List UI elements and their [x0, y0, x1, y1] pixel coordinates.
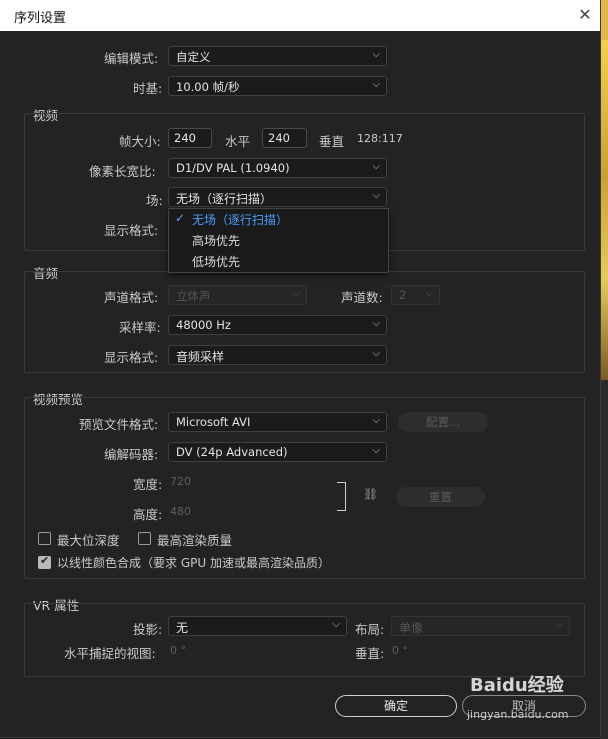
- horizontal-view-value: 0 °: [170, 644, 186, 657]
- chevron-down-icon: ⌵: [372, 415, 380, 426]
- vertical-view-value: 0 °: [392, 644, 408, 657]
- channel-format-value: 立体声: [176, 289, 211, 303]
- preview-file-format-value: Microsoft AVI: [176, 415, 251, 429]
- chevron-down-icon: ⌵: [372, 318, 380, 329]
- projection-label: 投影:: [133, 622, 163, 637]
- field-option-progressive[interactable]: ✓ 无场（逐行扫描）: [169, 209, 388, 230]
- frame-size-label: 帧大小:: [119, 134, 161, 149]
- preview-file-format-label: 预览文件格式:: [79, 417, 159, 432]
- vertical-view-label: 垂直:: [355, 646, 385, 661]
- projection-value: 无: [176, 621, 189, 635]
- width-value: 720: [170, 475, 191, 488]
- linear-color-checkbox[interactable]: ✔: [38, 554, 51, 569]
- height-value: 480: [170, 505, 191, 518]
- codec-value: DV (24p Advanced): [176, 445, 288, 459]
- sample-rate-value: 48000 Hz: [176, 318, 231, 332]
- channel-count-label: 声道数:: [341, 290, 383, 305]
- chevron-down-icon: ⌵: [332, 619, 340, 630]
- layout-value: 单像: [399, 621, 424, 635]
- video-display-format-label: 显示格式:: [104, 223, 159, 238]
- sequence-settings-dialog: 序列设置 ✕ 编辑模式: 自定义 ⌵ 时基: 10.00 帧/秒 ⌵ 视频 帧大小:…: [0, 0, 601, 738]
- close-icon[interactable]: ✕: [574, 4, 596, 26]
- sample-rate-label: 采样率:: [119, 320, 161, 335]
- field-option-lower-first[interactable]: 低场优先: [169, 251, 388, 272]
- vr-section: [24, 603, 585, 677]
- preview-file-format-select[interactable]: Microsoft AVI ⌵: [168, 412, 387, 432]
- horizontal-view-label: 水平捕捉的视图:: [64, 646, 156, 661]
- chevron-down-icon: ⌵: [372, 79, 380, 90]
- chevron-down-icon: ⌵: [372, 161, 380, 172]
- field-label: 场:: [146, 193, 163, 208]
- configure-button[interactable]: 配置...: [398, 412, 488, 432]
- link-icon[interactable]: ⛓: [363, 487, 378, 501]
- audio-display-format-label: 显示格式:: [104, 350, 159, 365]
- audio-display-format-select[interactable]: 音频采样 ⌵: [168, 345, 387, 365]
- pixel-aspect-value: D1/DV PAL (1.0940): [176, 161, 290, 175]
- max-render-quality-label: 最高渲染质量: [157, 533, 233, 548]
- audio-display-format-value: 音频采样: [176, 350, 225, 364]
- horizontal-label: 水平: [225, 134, 251, 149]
- linear-color-label: 以线性颜色合成（要求 GPU 加速或最高渲染品质）: [57, 556, 330, 570]
- aspect-ratio-value: 128:117: [357, 132, 403, 145]
- edit-mode-select[interactable]: 自定义 ⌵: [168, 46, 387, 66]
- title-bar: 序列设置 ✕: [0, 0, 600, 31]
- field-option-upper-first[interactable]: 高场优先: [169, 230, 388, 251]
- edit-mode-label: 编辑模式:: [104, 51, 159, 66]
- dimension-bracket: [337, 482, 346, 511]
- channel-format-label: 声道格式:: [104, 290, 159, 305]
- field-option-label: 高场优先: [192, 234, 241, 248]
- codec-select[interactable]: DV (24p Advanced) ⌵: [168, 442, 387, 462]
- baidu-watermark-url: jingyan.baidu.com: [467, 708, 569, 721]
- checkmark-icon: ✓: [175, 211, 186, 225]
- chevron-down-icon: ⌵: [372, 49, 380, 60]
- height-label: 高度:: [133, 507, 163, 522]
- check-icon: ✔: [40, 554, 50, 567]
- vertical-label: 垂直: [319, 134, 345, 149]
- max-bit-depth-checkbox[interactable]: [38, 532, 51, 545]
- chevron-down-icon: ⌵: [292, 288, 300, 299]
- background-window-strip: [600, 0, 608, 739]
- sample-rate-select[interactable]: 48000 Hz ⌵: [168, 315, 387, 335]
- layout-select[interactable]: 单像 ⌵: [391, 616, 570, 636]
- chevron-down-icon: ⌵: [372, 190, 380, 201]
- width-label: 宽度:: [133, 477, 163, 492]
- pixel-aspect-select[interactable]: D1/DV PAL (1.0940) ⌵: [168, 158, 387, 178]
- field-option-label: 无场（逐行扫描）: [192, 213, 289, 227]
- channel-count-select[interactable]: 2 ⌵: [391, 285, 440, 305]
- max-render-quality-checkbox[interactable]: [138, 532, 151, 545]
- dialog-title: 序列设置: [14, 11, 67, 26]
- timebase-value: 10.00 帧/秒: [176, 80, 240, 94]
- field-dropdown-menu: ✓ 无场（逐行扫描） 高场优先 低场优先: [168, 208, 389, 273]
- chevron-down-icon: ⌵: [372, 348, 380, 359]
- frame-height-input[interactable]: 240: [262, 128, 307, 148]
- frame-width-input[interactable]: 240: [168, 128, 212, 148]
- field-value: 无场（逐行扫描）: [176, 192, 273, 206]
- field-select[interactable]: 无场（逐行扫描） ⌵: [168, 187, 387, 207]
- edit-mode-value: 自定义: [176, 50, 211, 64]
- timebase-select[interactable]: 10.00 帧/秒 ⌵: [168, 76, 387, 96]
- chevron-down-icon: ⌵: [372, 445, 380, 456]
- max-bit-depth-label: 最大位深度: [57, 533, 120, 548]
- pixel-aspect-label: 像素长宽比:: [89, 164, 156, 179]
- chevron-down-icon: ⌵: [425, 288, 433, 299]
- channel-count-value: 2: [399, 288, 407, 302]
- channel-format-select[interactable]: 立体声 ⌵: [168, 285, 307, 305]
- field-option-label: 低场优先: [192, 255, 241, 269]
- projection-select[interactable]: 无 ⌵: [168, 616, 347, 636]
- baidu-watermark: Baidu经验: [470, 675, 564, 696]
- layout-label: 布局:: [355, 622, 385, 637]
- chevron-down-icon: ⌵: [555, 619, 563, 630]
- ok-button[interactable]: 确定: [335, 695, 457, 717]
- timebase-label: 时基:: [133, 81, 163, 96]
- reset-button[interactable]: 重置: [396, 487, 485, 507]
- codec-label: 编解码器:: [104, 447, 159, 462]
